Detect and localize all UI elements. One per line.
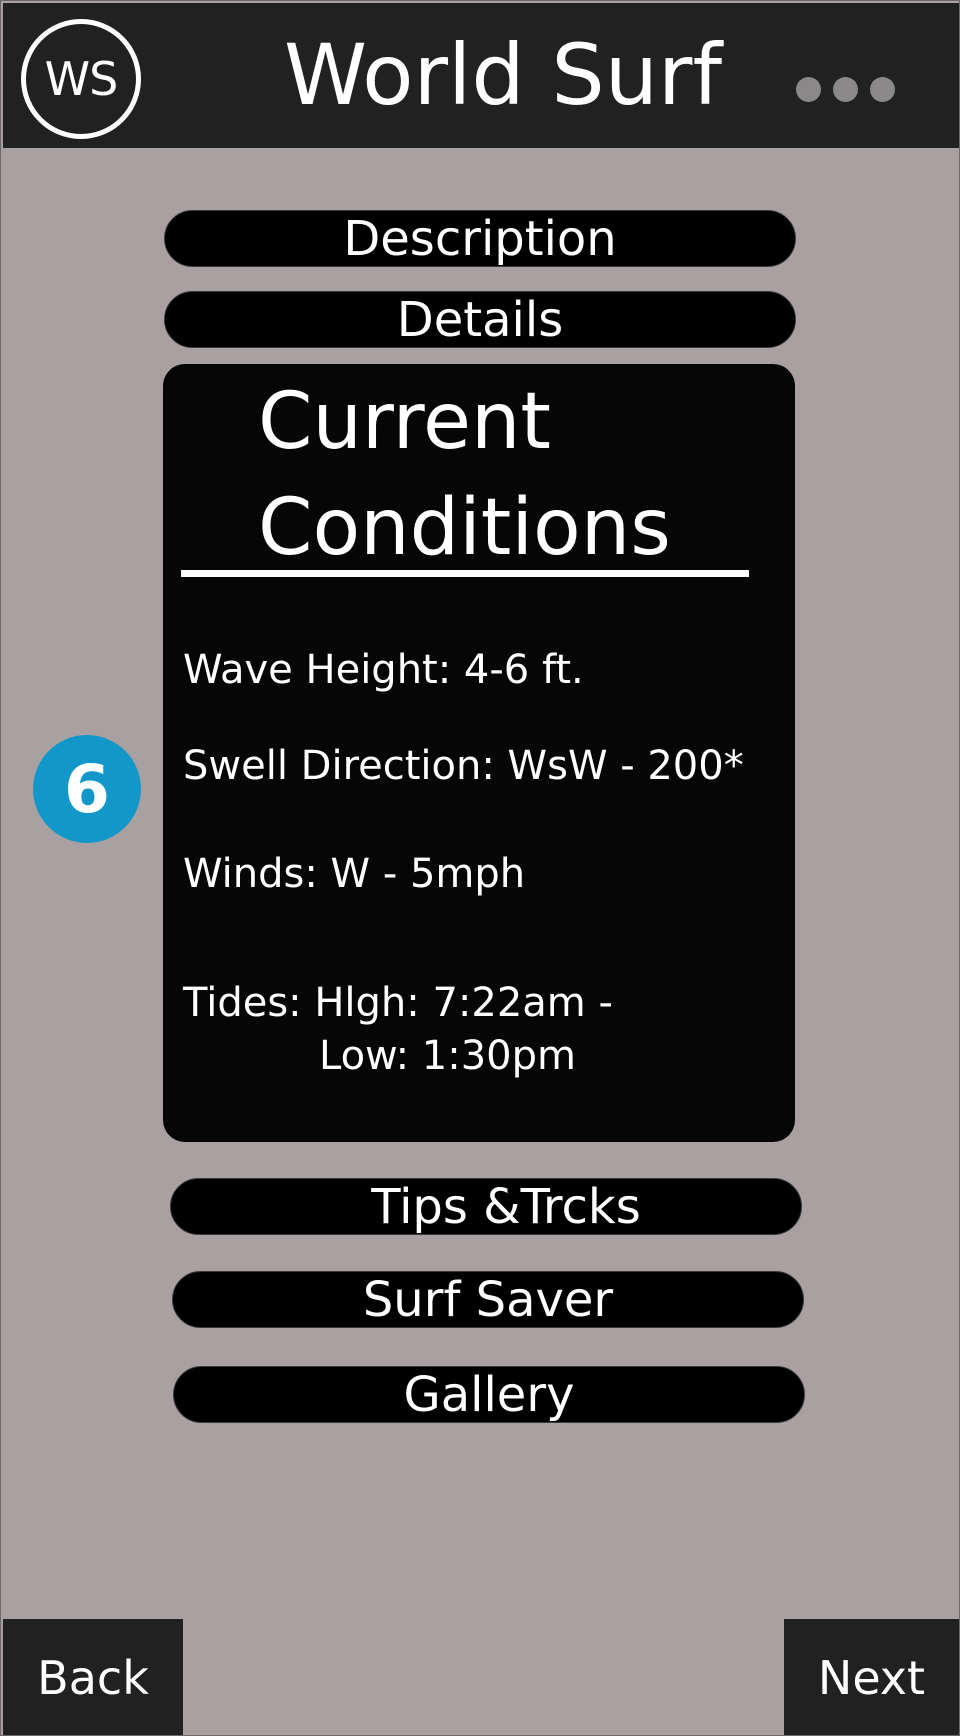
- top-bar: WS World Surf: [3, 3, 959, 148]
- current-conditions-panel: Current Conditions Wave Height: 4-6 ft. …: [163, 364, 795, 1142]
- gallery-button[interactable]: Gallery: [173, 1366, 805, 1423]
- app-screen: WS World Surf Description Details Curren…: [0, 0, 960, 1736]
- app-title: World Surf: [283, 26, 723, 124]
- ws-logo[interactable]: WS: [21, 19, 141, 139]
- panel-title: Current Conditions: [258, 377, 671, 573]
- description-button[interactable]: Description: [164, 210, 796, 267]
- next-button[interactable]: Next: [784, 1619, 959, 1735]
- next-label: Next: [817, 1651, 926, 1705]
- back-label: Back: [37, 1651, 149, 1705]
- title-divider: [181, 570, 749, 577]
- details-button[interactable]: Details: [164, 291, 796, 348]
- menu-dot: [833, 77, 858, 102]
- winds: Winds: W - 5mph: [183, 851, 526, 897]
- step-number-badge: 6: [33, 735, 141, 843]
- tips-tricks-button[interactable]: Tips &Trcks: [170, 1178, 802, 1235]
- tides-low: Low: 1:30pm: [319, 1033, 576, 1079]
- menu-dot: [796, 77, 821, 102]
- logo-text: WS: [44, 52, 119, 106]
- back-button[interactable]: Back: [3, 1619, 183, 1735]
- menu-dot: [870, 77, 895, 102]
- wave-height: Wave Height: 4-6 ft.: [183, 647, 584, 693]
- swell-direction: Swell Direction: WsW - 200*: [183, 743, 744, 789]
- tides-high: Tides: Hlgh: 7:22am -: [183, 980, 613, 1026]
- surf-saver-button[interactable]: Surf Saver: [172, 1271, 804, 1328]
- more-dots-icon[interactable]: [796, 77, 895, 102]
